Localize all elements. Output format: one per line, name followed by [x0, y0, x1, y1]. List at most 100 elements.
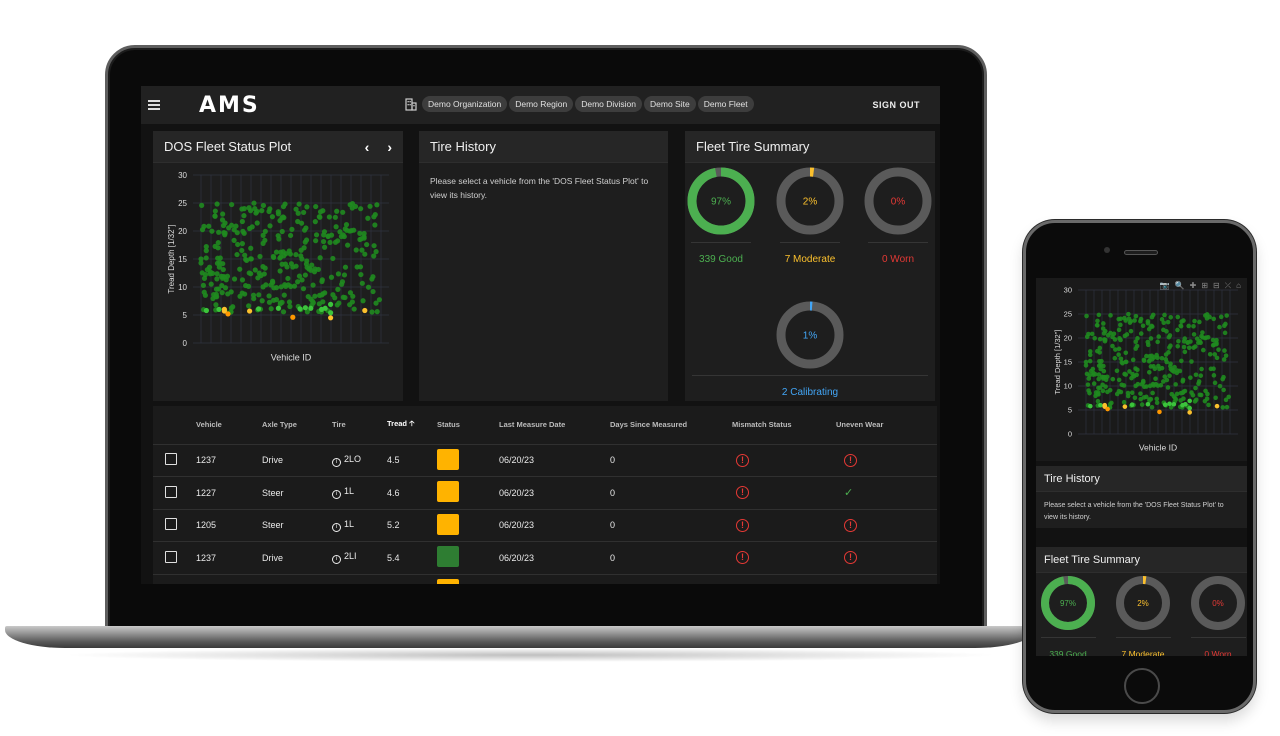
point-good[interactable] [328, 232, 335, 238]
phone-point-good[interactable] [1087, 358, 1093, 364]
point-good[interactable] [215, 286, 221, 292]
phone-point-good[interactable] [1119, 382, 1125, 388]
phone-point-good[interactable] [1138, 391, 1143, 396]
phone-point-good[interactable] [1222, 348, 1227, 353]
point-good[interactable] [201, 223, 207, 229]
point-good[interactable] [342, 226, 348, 232]
point-good[interactable] [282, 261, 289, 267]
point-good[interactable] [293, 206, 299, 212]
point-good[interactable] [222, 220, 228, 226]
phone-point-good[interactable] [1148, 336, 1154, 341]
phone-point-good[interactable] [1113, 347, 1118, 352]
point-good[interactable] [256, 292, 262, 298]
phone-point-good[interactable] [1213, 395, 1218, 401]
phone-point-good[interactable] [1141, 358, 1147, 363]
phone-point-good[interactable] [1216, 347, 1221, 352]
phone-point-good[interactable] [1206, 402, 1211, 408]
point-good[interactable] [222, 232, 228, 238]
phone-point-good[interactable] [1181, 344, 1187, 350]
row-checkbox[interactable] [165, 550, 177, 563]
point-good[interactable] [270, 280, 276, 286]
point-good[interactable] [235, 241, 241, 248]
phone-point-good[interactable] [1173, 382, 1178, 387]
row-checkbox[interactable] [165, 518, 177, 531]
point-good[interactable] [246, 303, 252, 309]
phone-point-good[interactable] [1163, 357, 1169, 362]
point-good[interactable] [295, 279, 301, 285]
point-good[interactable] [332, 214, 338, 220]
point-good[interactable] [216, 229, 222, 235]
point-good[interactable] [229, 222, 235, 228]
point-good[interactable] [212, 208, 218, 214]
phone-point-good[interactable] [1167, 345, 1172, 350]
zoom-out-icon[interactable]: ⊟ [1213, 281, 1220, 291]
phone-point-good[interactable] [1193, 397, 1199, 403]
point-good[interactable] [275, 233, 281, 239]
point-good[interactable] [223, 277, 229, 283]
point-good[interactable] [202, 272, 209, 278]
phone-point-good[interactable] [1168, 315, 1174, 320]
phone-point-good[interactable] [1186, 345, 1192, 351]
point-good[interactable] [349, 205, 355, 211]
phone-point-good[interactable] [1191, 345, 1196, 350]
point-good[interactable] [312, 266, 318, 272]
phone-point-good[interactable] [1102, 338, 1108, 344]
point-good-near-threshold-[interactable] [308, 305, 314, 311]
phone-point-good[interactable] [1175, 327, 1180, 333]
phone-point-good[interactable] [1147, 353, 1153, 359]
phone-point-moderate[interactable] [1122, 404, 1128, 409]
point-good[interactable] [371, 243, 377, 249]
point-good[interactable] [301, 209, 307, 216]
breadcrumb-site[interactable]: Demo Site [644, 96, 696, 112]
phone-point-good[interactable] [1116, 327, 1122, 333]
phone-point-good[interactable] [1116, 316, 1122, 322]
point-good[interactable] [373, 249, 379, 255]
point-good[interactable] [301, 245, 307, 251]
point-good[interactable] [334, 208, 340, 214]
phone-point-good[interactable] [1094, 322, 1100, 328]
phone-point-good[interactable] [1174, 391, 1180, 397]
point-good[interactable] [296, 201, 302, 207]
point-good[interactable] [293, 252, 299, 258]
phone-point-good[interactable] [1191, 332, 1197, 337]
point-good[interactable] [282, 201, 288, 207]
point-good[interactable] [210, 295, 216, 302]
point-good[interactable] [345, 242, 351, 248]
phone-point-good[interactable] [1175, 314, 1181, 320]
col-axle-type[interactable]: Axle Type [262, 406, 332, 445]
phone-point-good-near-threshold-[interactable] [1088, 403, 1093, 409]
point-good-near-threshold-[interactable] [328, 310, 334, 316]
point-good-near-threshold-[interactable] [328, 301, 334, 307]
point-good[interactable] [243, 282, 249, 289]
phone-point-good[interactable] [1130, 357, 1136, 363]
phone-point-moderate-lower-[interactable] [1105, 406, 1110, 412]
phone-point-good[interactable] [1211, 316, 1217, 322]
point-good[interactable] [291, 283, 298, 289]
phone-point-good[interactable] [1214, 337, 1219, 343]
point-good[interactable] [254, 208, 260, 215]
phone-point-good[interactable] [1145, 319, 1151, 324]
point-good[interactable] [281, 292, 287, 298]
point-good[interactable] [332, 239, 339, 245]
point-good[interactable] [220, 211, 226, 217]
phone-point-good[interactable] [1150, 381, 1156, 387]
point-good[interactable] [372, 222, 378, 228]
point-good[interactable] [340, 209, 346, 215]
phone-point-good[interactable] [1223, 321, 1228, 327]
point-good[interactable] [289, 226, 295, 232]
point-good[interactable] [280, 309, 287, 315]
point-good[interactable] [229, 201, 235, 208]
point-good[interactable] [283, 251, 289, 257]
point-good[interactable] [304, 258, 310, 264]
phone-point-good[interactable] [1202, 398, 1208, 404]
phone-point-good[interactable] [1125, 390, 1131, 396]
point-good[interactable] [358, 271, 364, 278]
phone-point-good[interactable] [1181, 318, 1186, 323]
phone-point-good[interactable] [1141, 379, 1146, 385]
phone-point-good[interactable] [1127, 369, 1132, 374]
phone-point-good[interactable] [1123, 350, 1129, 356]
point-good[interactable] [333, 224, 339, 230]
point-moderate-lower-[interactable] [290, 314, 296, 320]
point-good-near-threshold-[interactable] [275, 305, 281, 311]
phone-point-good[interactable] [1211, 373, 1217, 378]
